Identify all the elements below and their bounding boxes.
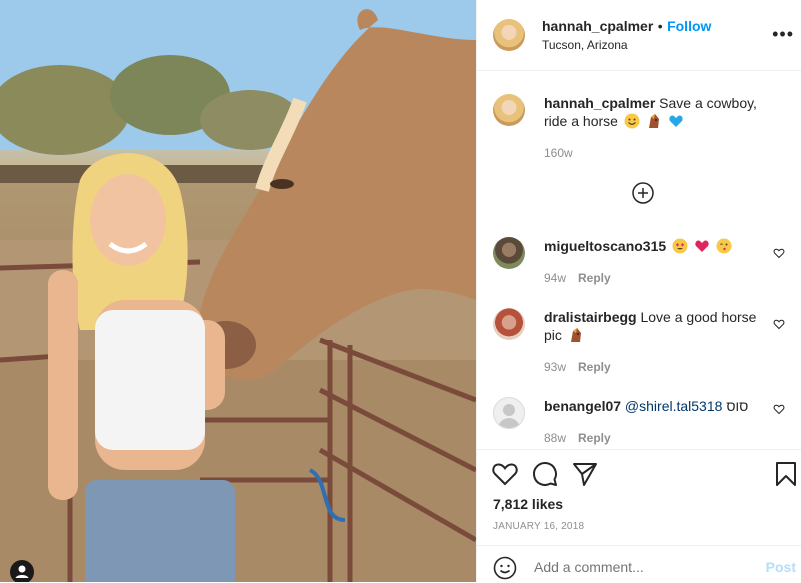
comment-meta: 94w Reply (544, 271, 611, 285)
reply-button[interactable]: Reply (578, 431, 611, 445)
commenter-avatar[interactable] (493, 237, 525, 269)
comment-text-block: benangel07 @shirel.tal5318 סוס (544, 397, 764, 415)
comment-input[interactable] (534, 559, 734, 575)
red-heart-emoji-icon (695, 240, 709, 252)
post-location[interactable]: Tucson, Arizona (542, 38, 628, 52)
comment-like-icon[interactable] (773, 318, 785, 330)
heart-icon[interactable] (491, 460, 519, 488)
reply-button[interactable]: Reply (578, 360, 611, 374)
post-side-panel: hannah_cpalmer • Follow Tucson, Arizona … (476, 0, 801, 582)
comment-icon[interactable] (531, 460, 559, 488)
commenter-avatar[interactable] (493, 308, 525, 340)
caption-age: 160w (544, 146, 573, 160)
caption-avatar[interactable] (493, 94, 525, 126)
comment-text-block: migueltoscano315 (544, 237, 764, 255)
commenter-username[interactable]: dralistairbegg (544, 309, 637, 325)
horse-face-emoji-icon (570, 328, 581, 342)
commenter-username[interactable]: migueltoscano315 (544, 238, 666, 254)
follow-button[interactable]: Follow (667, 18, 711, 34)
load-more-icon[interactable] (632, 182, 654, 204)
more-icon[interactable]: ••• (772, 24, 794, 45)
author-username[interactable]: hannah_cpalmer (542, 18, 653, 34)
horse-face-emoji-icon (648, 114, 659, 128)
add-comment-bar: Post (477, 545, 801, 583)
post-header: hannah_cpalmer • Follow Tucson, Arizona … (477, 0, 801, 71)
author-avatar[interactable] (493, 19, 525, 51)
like-count[interactable]: 7,812 likes (493, 496, 563, 512)
blue-heart-emoji-icon (668, 115, 683, 127)
commenter-avatar[interactable] (493, 397, 525, 429)
comment-meta: 88w Reply (544, 431, 611, 445)
commenter-username[interactable]: benangel07 (544, 398, 621, 414)
emoji-icon[interactable] (493, 556, 517, 580)
comment-like-icon[interactable] (773, 403, 785, 415)
comment-age: 88w (544, 431, 567, 445)
share-icon[interactable] (571, 460, 599, 488)
comments-list: hannah_cpalmer Save a cowboy, ride a hor… (477, 71, 801, 449)
post-comment-button[interactable]: Post (766, 559, 796, 575)
heart-eyes-emoji-icon (672, 238, 688, 254)
save-icon[interactable] (772, 460, 800, 488)
comment-meta: 93w Reply (544, 360, 611, 374)
photo-illustration (0, 0, 476, 582)
comment-age: 94w (544, 271, 567, 285)
post-actions: 7,812 likes JANUARY 16, 2018 (477, 449, 801, 546)
caption-username[interactable]: hannah_cpalmer (544, 95, 655, 111)
post-modal: hannah_cpalmer • Follow Tucson, Arizona … (0, 0, 801, 582)
smile-emoji-icon (624, 113, 640, 129)
kiss-emoji-icon (716, 238, 732, 254)
post-date: JANUARY 16, 2018 (493, 521, 585, 532)
comment-age: 93w (544, 360, 567, 374)
user-tag-icon[interactable] (10, 560, 34, 582)
comment-like-icon[interactable] (773, 247, 785, 259)
separator-dot: • (657, 18, 663, 34)
comment-text: סוס (726, 398, 749, 414)
comment-mention[interactable]: @shirel.tal5318 (625, 398, 723, 414)
caption-text-block: hannah_cpalmer Save a cowboy, ride a hor… (544, 94, 764, 130)
post-photo[interactable] (0, 0, 476, 582)
reply-button[interactable]: Reply (578, 271, 611, 285)
comment-text-block: dralistairbegg Love a good horse pic (544, 308, 764, 344)
